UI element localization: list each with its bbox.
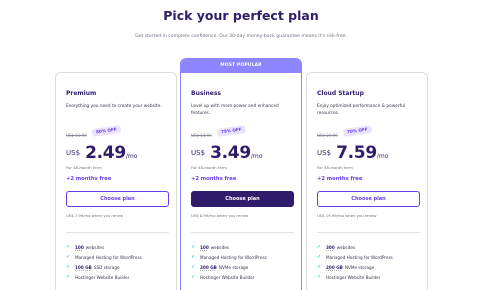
divider <box>317 232 420 233</box>
price-period: /mo <box>250 153 263 160</box>
plan-name: Cloud Startup <box>317 90 364 97</box>
check-icon: ✓ <box>66 254 71 260</box>
renew-note: US$ 8.99/mo when you renew <box>191 213 249 218</box>
old-price: US$ 24.99 <box>317 133 338 138</box>
feature-list: ✓ 100 websites ✓ Managed Hosting for WordPr… <box>191 242 267 282</box>
term-note: For 48-month term <box>317 165 353 170</box>
feature-item: ✓ Hostinger Website Builder <box>191 274 255 280</box>
bonus-months: +2 months free <box>66 176 112 182</box>
plan-card-cloud-startup: Cloud Startup Enjoy optimized performanc… <box>306 72 428 290</box>
check-icon: ✓ <box>317 274 322 280</box>
choose-plan-button[interactable]: Choose plan <box>317 191 420 207</box>
price: US$ 7.59/mo <box>317 143 388 163</box>
price-amount: 3.49 <box>210 143 251 163</box>
check-icon: ✓ <box>317 264 322 270</box>
feature-item: ✓ 100 GB SSD storage <box>66 264 120 270</box>
price-amount: 7.59 <box>336 143 377 163</box>
check-icon: ✓ <box>191 264 196 270</box>
term-note: For 48-month term <box>191 165 227 170</box>
plan-name: Business <box>191 90 221 97</box>
price-amount: 2.49 <box>85 143 126 163</box>
feature-item: ✓ Hostinger Website Builder <box>66 274 130 280</box>
renew-note: US$ 19.99/mo when you renew <box>317 213 377 218</box>
discount-badge: 70% OFF <box>342 125 373 137</box>
discount-badge: 75% OFF <box>216 125 247 137</box>
currency: US$ <box>66 149 81 157</box>
feature-list: ✓ 300 websites ✓ Managed Hosting for WordPr… <box>317 242 393 282</box>
check-icon: ✓ <box>66 244 71 250</box>
check-icon: ✓ <box>191 254 196 260</box>
plan-description: Enjoy optimized performance & powerful r… <box>317 104 406 116</box>
plan-description: Everything you need to create your websi… <box>66 104 162 109</box>
choose-plan-button[interactable]: Choose plan <box>191 191 294 207</box>
discount-badge: 80% OFF <box>91 125 122 137</box>
feature-list: ✓ 100 websites ✓ Managed Hosting for WordPr… <box>66 242 142 282</box>
price: US$ 3.49/mo <box>191 143 262 163</box>
plan-card-premium: Premium Everything you need to create yo… <box>55 72 177 290</box>
check-icon: ✓ <box>317 244 322 250</box>
term-note: For 48-month term <box>66 165 102 170</box>
renew-note: US$ 7.99/mo when you renew <box>66 213 124 218</box>
plan-card-business: MOST POPULAR Business Level up with more… <box>180 58 302 290</box>
check-icon: ✓ <box>66 274 71 280</box>
feature-item: ✓ 100 websites <box>66 244 105 250</box>
page-title: Pick your perfect plan <box>163 8 319 23</box>
divider <box>191 232 294 233</box>
check-icon: ✓ <box>317 254 322 260</box>
bonus-months: +2 months free <box>191 176 237 182</box>
page-subtitle: Get started in complete confidence. Our … <box>135 34 347 39</box>
feature-item: ✓ 200 GB NVMe storage <box>191 264 249 270</box>
feature-item: ✓ 300 websites <box>317 244 356 250</box>
old-price: US$ 11.99 <box>66 133 87 138</box>
price-period: /mo <box>376 153 389 160</box>
feature-item: ✓ Hostinger Website Builder <box>317 274 381 280</box>
check-icon: ✓ <box>191 244 196 250</box>
feature-item: ✓ Managed Hosting for WordPress <box>66 254 142 260</box>
feature-item: ✓ 200 GB NVMe storage <box>317 264 375 270</box>
bonus-months: +2 months free <box>317 176 363 182</box>
choose-plan-button[interactable]: Choose plan <box>66 191 169 207</box>
divider <box>66 232 169 233</box>
feature-item: ✓ Managed Hosting for WordPress <box>317 254 393 260</box>
check-icon: ✓ <box>66 264 71 270</box>
currency: US$ <box>317 149 332 157</box>
plan-name: Premium <box>66 90 97 97</box>
old-price: US$ 13.99 <box>191 133 212 138</box>
feature-item: ✓ Managed Hosting for WordPress <box>191 254 267 260</box>
price: US$ 2.49/mo <box>66 143 137 163</box>
price-period: /mo <box>125 153 138 160</box>
plan-description: Level up with more power and enhanced fe… <box>191 104 279 116</box>
currency: US$ <box>191 149 206 157</box>
feature-item: ✓ 100 websites <box>191 244 230 250</box>
most-popular-badge: MOST POPULAR <box>181 59 301 73</box>
check-icon: ✓ <box>191 274 196 280</box>
